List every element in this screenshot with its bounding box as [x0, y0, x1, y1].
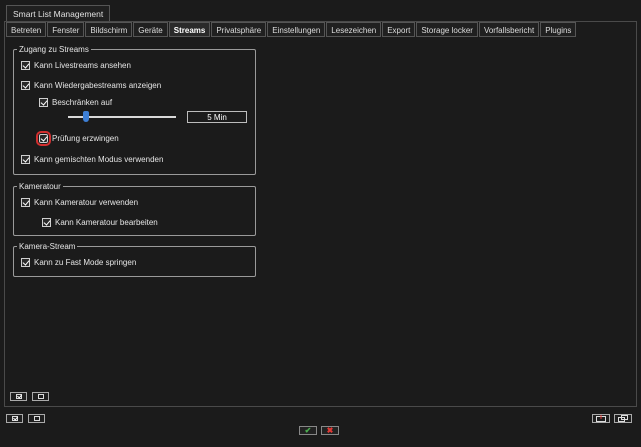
window-title: Smart List Management — [6, 5, 111, 22]
tab-einstellungen[interactable]: Einstellungen — [267, 22, 326, 37]
check-icon: ✔ — [304, 426, 312, 435]
checkbox-pruefung[interactable] — [36, 130, 51, 146]
label-wiedergabe: Kann Wiedergabestreams anzeigen — [34, 80, 162, 90]
global-uncheck-all-button[interactable] — [28, 414, 45, 423]
label-fastmode: Kann zu Fast Mode springen — [34, 257, 137, 267]
group-title-kameratour: Kameratour — [17, 181, 63, 192]
tab-lesezeichen[interactable]: Lesezeichen — [326, 22, 382, 37]
group-title-zugang: Zugang zu Streams — [17, 44, 91, 55]
time-limit-slider-thumb[interactable] — [83, 111, 89, 122]
dock-window-button[interactable] — [592, 414, 610, 423]
tab-betreten[interactable]: Betreten — [6, 22, 47, 37]
checkbox-empty-icon — [37, 394, 44, 399]
checkbox-row-kameratour-verwenden[interactable]: Kann Kameratour verwenden — [21, 196, 138, 208]
checkbox-livestreams[interactable] — [21, 60, 30, 70]
checkbox-gemischt[interactable] — [21, 154, 30, 164]
checkbox-fastmode[interactable] — [21, 257, 30, 267]
group-title-kamera-stream: Kamera-Stream — [17, 241, 78, 252]
label-beschraenken: Beschränken auf — [52, 97, 113, 107]
checkbox-row-beschraenken[interactable]: Beschränken auf — [39, 96, 112, 108]
time-limit-value: 5 Min — [187, 111, 247, 123]
restore-window-button[interactable] — [614, 414, 632, 423]
tab-streams[interactable]: Streams — [168, 22, 211, 37]
checkbox-row-pruefung[interactable]: Prüfung erzwingen — [36, 130, 119, 146]
checkbox-checked-icon — [11, 416, 18, 421]
checkbox-row-gemischt[interactable]: Kann gemischten Modus verwenden — [21, 153, 163, 165]
tab-plugins[interactable]: Plugins — [540, 22, 577, 37]
tab-bildschirm[interactable]: Bildschirm — [85, 22, 133, 37]
check-all-button[interactable] — [10, 392, 27, 401]
tab-privatsphaere[interactable]: Privatsphäre — [211, 22, 267, 37]
cancel-button[interactable]: ✖ — [321, 426, 339, 435]
checkbox-row-wiedergabe[interactable]: Kann Wiedergabestreams anzeigen — [21, 79, 161, 91]
checkbox-kameratour-verwenden[interactable] — [21, 197, 30, 207]
label-kameratour-bearbeiten: Kann Kameratour bearbeiten — [55, 217, 158, 227]
checkbox-kameratour-bearbeiten[interactable] — [42, 217, 51, 227]
close-icon: ✖ — [326, 426, 334, 435]
dock-icon — [596, 415, 606, 422]
tab-bar: Betreten Fenster Bildschirm Geräte Strea… — [6, 22, 577, 37]
checkbox-row-fastmode[interactable]: Kann zu Fast Mode springen — [21, 256, 136, 268]
checkbox-row-livestreams[interactable]: Kann Livestreams ansehen — [21, 59, 131, 71]
restore-icon — [618, 415, 628, 422]
label-pruefung: Prüfung erzwingen — [52, 133, 119, 143]
tab-geraete[interactable]: Geräte — [133, 22, 168, 37]
group-kameratour: Kameratour — [13, 181, 256, 236]
checkbox-empty-icon — [33, 416, 40, 421]
checkbox-checked-icon — [15, 394, 22, 399]
label-kameratour-verwenden: Kann Kameratour verwenden — [34, 197, 139, 207]
checkbox-row-kameratour-bearbeiten[interactable]: Kann Kameratour bearbeiten — [42, 216, 158, 228]
checkbox-wiedergabe[interactable] — [21, 80, 30, 90]
checkbox-beschraenken[interactable] — [39, 97, 48, 107]
uncheck-all-button[interactable] — [32, 392, 49, 401]
global-check-all-button[interactable] — [6, 414, 23, 423]
ok-button[interactable]: ✔ — [299, 426, 317, 435]
label-gemischt: Kann gemischten Modus verwenden — [34, 154, 164, 164]
label-livestreams: Kann Livestreams ansehen — [34, 60, 131, 70]
tab-storage-locker[interactable]: Storage locker — [416, 22, 478, 37]
tab-vorfallsbericht[interactable]: Vorfallsbericht — [478, 22, 540, 37]
tab-fenster[interactable]: Fenster — [47, 22, 85, 37]
tab-export[interactable]: Export — [382, 22, 416, 37]
